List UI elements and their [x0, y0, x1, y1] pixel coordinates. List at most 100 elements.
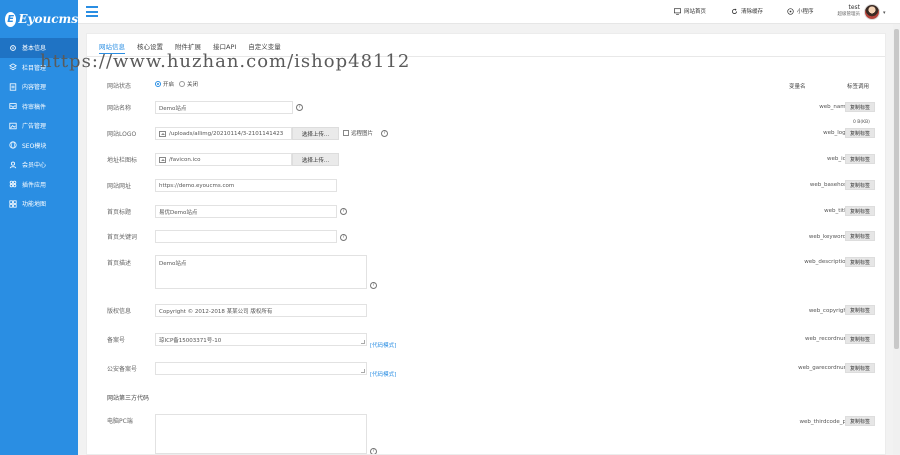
sidebar-item-7[interactable]: 插件应用 — [0, 175, 78, 195]
description-textarea[interactable]: Demo站点 — [155, 255, 367, 289]
var-web-ico: web_ico — [826, 156, 849, 162]
copy-tag-button[interactable]: 复制标签 — [845, 305, 875, 315]
help-icon[interactable]: ? — [296, 104, 303, 111]
logo-path-value: /uploads/allimg/20210114/3-2101141423 — [169, 130, 284, 137]
resize-handle-icon[interactable] — [361, 340, 365, 344]
mini-program-icon — [787, 7, 794, 15]
user-name: test — [848, 4, 860, 11]
inbox-icon — [9, 102, 17, 110]
mini-program-link[interactable]: 小程序 — [787, 7, 814, 15]
help-icon[interactable]: ? — [381, 130, 388, 137]
remote-image-checkbox[interactable] — [343, 130, 349, 136]
sidebar-item-3[interactable]: 待审稿件 — [0, 97, 78, 117]
status-off-option[interactable]: 关闭 — [179, 80, 198, 88]
sidebar-item-label: 插件应用 — [22, 181, 47, 189]
copy-tag-button[interactable]: 复制标签 — [845, 257, 875, 267]
sidebar-item-label: SEO模块 — [22, 142, 47, 150]
sidebar-item-2[interactable]: 内容管理 — [0, 77, 78, 97]
plugin-icon — [9, 180, 17, 188]
grid-icon — [9, 200, 17, 208]
sidebar-item-5[interactable]: SEO模块 — [0, 136, 78, 156]
user-role: 超级管理员 — [837, 12, 861, 17]
clear-cache-link[interactable]: 清除缓存 — [731, 7, 763, 15]
avatar[interactable] — [864, 4, 880, 20]
logo-size-note: 0 B(KB) — [853, 120, 870, 125]
logo-path-input[interactable]: /uploads/allimg/20210114/3-2101141423 — [155, 127, 292, 140]
thirdcode-pc-textarea[interactable] — [155, 414, 367, 454]
chevron-down-icon[interactable]: ▾ — [883, 10, 886, 16]
site-name-input[interactable]: Demo站点 — [155, 101, 293, 114]
logo[interactable]: E Eyoucms — [0, 0, 78, 38]
logo-mark: E — [5, 11, 17, 27]
recordnum-code-mode-link[interactable]: [代码模式] — [370, 341, 396, 349]
copy-tag-button[interactable]: 复制标签 — [845, 416, 875, 426]
sidebar-item-label: 待审稿件 — [22, 103, 47, 111]
sidebar-item-label: 内容管理 — [22, 84, 47, 92]
remote-image-label: 远程图片 — [351, 131, 374, 137]
copy-tag-button[interactable]: 复制标签 — [845, 102, 875, 112]
sidebar-item-6[interactable]: 会员中心 — [0, 155, 78, 175]
var-web-recordnum: web_recordnum — [804, 336, 849, 342]
logo-upload-button[interactable]: 选择上传... — [292, 127, 339, 140]
keywords-label: 首页关键词 — [107, 234, 138, 241]
var-web-description: web_description — [804, 259, 849, 265]
help-icon[interactable]: ? — [370, 282, 377, 289]
sidebar-item-label: 功能地图 — [22, 201, 47, 209]
var-web-keywords: web_keywords — [808, 234, 849, 240]
sidebar-item-4[interactable]: 广告管理 — [0, 116, 78, 136]
user-icon — [9, 161, 17, 169]
scrollbar-thumb[interactable] — [894, 29, 899, 349]
var-web-garecordnum: web_garecordnum — [798, 365, 849, 371]
scrollbar[interactable] — [893, 24, 900, 455]
basehost-input[interactable]: https://demo.eyoucms.com — [155, 179, 337, 192]
mini-program-label: 小程序 — [797, 9, 814, 15]
document-icon — [9, 83, 17, 91]
image-icon — [159, 156, 166, 163]
user-info[interactable]: test 超级管理员 — [828, 4, 861, 18]
ico-path-input[interactable]: /favicon.ico — [155, 153, 292, 166]
copyright-input[interactable]: Copyright © 2012-2018 某某公司 版权所有 — [155, 304, 367, 317]
ico-upload-button[interactable]: 选择上传... — [292, 153, 339, 166]
status-on-option[interactable]: 开启 — [155, 80, 174, 88]
ico-label: 地址栏图标 — [107, 157, 138, 164]
basehost-label: 网站网址 — [107, 183, 132, 190]
name-label: 网站名称 — [107, 105, 132, 112]
copy-tag-button[interactable]: 复制标签 — [845, 363, 875, 373]
var-web-name: web_name — [819, 104, 849, 110]
title-label: 首页标题 — [107, 209, 132, 216]
sidebar-item-8[interactable]: 功能地图 — [0, 194, 78, 214]
help-icon[interactable]: ? — [340, 234, 347, 241]
logo-label: 网站LOGO — [107, 131, 137, 138]
home-link[interactable]: 网站首页 — [674, 7, 706, 15]
copy-tag-button[interactable]: 复制标签 — [845, 128, 875, 138]
column-header-var-name: 变量名 — [789, 84, 806, 90]
layers-icon — [9, 63, 17, 71]
garecordnum-input[interactable] — [155, 362, 367, 375]
column-header-tag-call: 标签调用 — [847, 84, 870, 90]
garecordnum-code-mode-link[interactable]: [代码模式] — [370, 370, 396, 378]
copy-tag-button[interactable]: 复制标签 — [845, 334, 875, 344]
copy-tag-button[interactable]: 复制标签 — [845, 206, 875, 216]
copy-tag-button[interactable]: 复制标签 — [845, 180, 875, 190]
help-icon[interactable]: ? — [370, 448, 377, 454]
gear-icon — [9, 44, 17, 52]
resize-handle-icon[interactable] — [361, 369, 365, 373]
status-radio-group: 开启 关闭 — [155, 80, 203, 88]
copy-tag-button[interactable]: 复制标签 — [845, 231, 875, 241]
sidebar-item-label: 广告管理 — [22, 123, 47, 131]
help-icon[interactable]: ? — [340, 208, 347, 215]
copy-tag-button[interactable]: 复制标签 — [845, 154, 875, 164]
thirdcode-pc-label: 电脑PC端 — [107, 418, 133, 425]
radio-on-icon — [155, 81, 161, 87]
var-web-basehost: web_basehost — [809, 182, 849, 188]
menu-toggle-icon[interactable] — [86, 6, 98, 17]
refresh-icon — [731, 8, 738, 14]
logo-text: Eyoucms — [18, 12, 78, 26]
recordnum-input[interactable]: 琼ICP备15003371号-10 — [155, 333, 367, 346]
home-title-input[interactable]: 易优Demo站点 — [155, 205, 337, 218]
image-icon — [159, 130, 166, 137]
status-label: 网站状态 — [107, 83, 132, 90]
status-off-label: 关闭 — [187, 82, 199, 88]
var-web-logo: web_logo — [823, 130, 849, 136]
keywords-input[interactable] — [155, 230, 337, 243]
